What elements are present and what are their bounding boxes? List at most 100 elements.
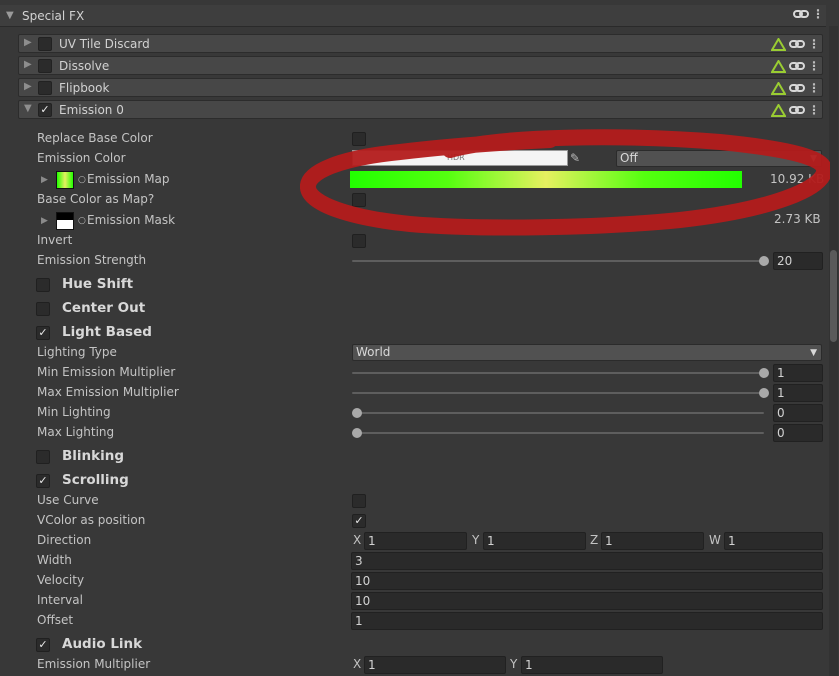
vcolor-as-position-checkbox[interactable]: ✓ <box>352 514 366 528</box>
scrolling-label: Scrolling <box>62 472 129 488</box>
texture-picker-icon[interactable]: ○ <box>78 175 86 185</box>
expand-triangle-icon[interactable]: ▶ <box>24 37 32 48</box>
invert-checkbox[interactable] <box>352 234 366 248</box>
emission-map-label: Emission Map <box>87 172 170 186</box>
light-based-checkbox[interactable]: ✓ <box>36 326 50 340</box>
uv-tile-discard-toggle[interactable] <box>38 37 52 51</box>
offset-input[interactable]: 1 <box>351 612 823 630</box>
emission-strength-label: Emission Strength <box>37 253 147 267</box>
section-header-special-fx[interactable]: ▼ Special FX ⋮ <box>0 5 826 27</box>
min-emission-multiplier-label: Min Emission Multiplier <box>37 365 176 379</box>
base-color-as-map-label: Base Color as Map? <box>37 192 155 206</box>
subsection-emission-0[interactable]: ▼ ✓ Emission 0 ⋮ <box>18 100 823 119</box>
emission-color-mode-dropdown[interactable]: Off ▼ <box>616 150 822 167</box>
warning-triangle-icon[interactable] <box>771 81 786 95</box>
emission-strength-slider-track[interactable] <box>352 260 764 262</box>
subsection-icons: ⋮ <box>771 37 820 51</box>
dropdown-arrow-icon: ▼ <box>810 154 817 164</box>
emission-color-swatch[interactable]: HDR <box>352 150 568 166</box>
min-lighting-slider-thumb[interactable] <box>352 408 362 418</box>
max-emission-multiplier-input[interactable]: 1 <box>773 384 823 402</box>
emission-mask-thumbnail[interactable] <box>56 212 74 230</box>
subsection-flipbook[interactable]: ▶ Flipbook ⋮ <box>18 78 823 97</box>
replace-base-color-checkbox[interactable] <box>352 132 366 146</box>
emission-mask-size: 2.73 KB <box>774 212 821 226</box>
direction-x-input[interactable]: 1 <box>364 532 467 550</box>
blinking-checkbox[interactable] <box>36 450 50 464</box>
emission-strength-input[interactable]: 20 <box>773 252 823 270</box>
warning-triangle-icon[interactable] <box>771 103 786 117</box>
kebab-menu-icon[interactable]: ⋮ <box>808 59 820 73</box>
interval-input[interactable]: 10 <box>351 592 823 610</box>
direction-w-label: W <box>709 533 721 547</box>
center-out-checkbox[interactable] <box>36 302 50 316</box>
direction-y-input[interactable]: 1 <box>483 532 586 550</box>
use-curve-label: Use Curve <box>37 493 99 507</box>
max-lighting-slider-track[interactable] <box>352 432 764 434</box>
warning-triangle-icon[interactable] <box>771 37 786 51</box>
scrollbar-thumb[interactable] <box>830 250 837 342</box>
width-label: Width <box>37 553 72 567</box>
min-lighting-input[interactable]: 0 <box>773 404 823 422</box>
collapse-triangle-icon[interactable]: ▼ <box>24 103 32 114</box>
min-lighting-label: Min Lighting <box>37 405 111 419</box>
direction-w-input[interactable]: 1 <box>724 532 823 550</box>
max-emission-multiplier-slider-thumb[interactable] <box>759 388 769 398</box>
kebab-menu-icon[interactable]: ⋮ <box>808 37 820 51</box>
hue-shift-checkbox[interactable] <box>36 278 50 292</box>
subsection-icons: ⋮ <box>771 59 820 73</box>
emission-map-gradient[interactable] <box>350 171 742 188</box>
max-lighting-input[interactable]: 0 <box>773 424 823 442</box>
dropdown-value: Off <box>620 151 638 165</box>
max-emission-multiplier-slider-track[interactable] <box>352 392 764 394</box>
use-curve-checkbox[interactable] <box>352 494 366 508</box>
kebab-menu-icon[interactable]: ⋮ <box>808 81 820 95</box>
base-color-as-map-checkbox[interactable] <box>352 193 366 207</box>
scrolling-checkbox[interactable]: ✓ <box>36 474 50 488</box>
warning-triangle-icon[interactable] <box>771 59 786 73</box>
collapse-triangle-icon[interactable]: ▼ <box>6 10 14 21</box>
emission-multiplier-x-input[interactable]: 1 <box>364 656 506 674</box>
emission-0-toggle[interactable]: ✓ <box>38 103 52 117</box>
lighting-type-dropdown[interactable]: World ▼ <box>352 344 822 361</box>
link-icon[interactable] <box>789 104 805 116</box>
flipbook-toggle[interactable] <box>38 81 52 95</box>
kebab-menu-icon[interactable]: ⋮ <box>812 7 824 21</box>
expand-triangle-icon[interactable]: ▶ <box>41 175 48 185</box>
link-icon[interactable] <box>789 60 805 72</box>
expand-triangle-icon[interactable]: ▶ <box>41 216 48 226</box>
width-input[interactable]: 3 <box>351 552 823 570</box>
scrollbar-track[interactable] <box>829 26 838 676</box>
link-icon[interactable] <box>793 8 809 20</box>
hdr-tag: HDR <box>447 153 465 162</box>
max-lighting-slider-thumb[interactable] <box>352 428 362 438</box>
dropdown-value: World <box>356 345 391 359</box>
interval-label: Interval <box>37 593 83 607</box>
min-emission-multiplier-input[interactable]: 1 <box>773 364 823 382</box>
audio-link-checkbox[interactable]: ✓ <box>36 638 50 652</box>
vcolor-as-position-label: VColor as position <box>37 513 146 527</box>
min-emission-multiplier-slider-track[interactable] <box>352 372 764 374</box>
min-emission-multiplier-slider-thumb[interactable] <box>759 368 769 378</box>
subsection-dissolve[interactable]: ▶ Dissolve ⋮ <box>18 56 823 75</box>
dissolve-toggle[interactable] <box>38 59 52 73</box>
emission-strength-slider-thumb[interactable] <box>759 256 769 266</box>
emission-map-thumbnail[interactable] <box>56 171 74 189</box>
link-icon[interactable] <box>789 82 805 94</box>
replace-base-color-label: Replace Base Color <box>37 131 153 145</box>
kebab-menu-icon[interactable]: ⋮ <box>808 103 820 117</box>
min-lighting-slider-track[interactable] <box>352 412 764 414</box>
eyedropper-icon[interactable]: ✎ <box>570 151 580 165</box>
subsection-icons: ⋮ <box>771 103 820 117</box>
texture-picker-icon[interactable]: ○ <box>78 216 86 226</box>
section-header-icons: ⋮ <box>793 7 824 21</box>
direction-z-input[interactable]: 1 <box>601 532 704 550</box>
max-lighting-label: Max Lighting <box>37 425 115 439</box>
velocity-input[interactable]: 10 <box>351 572 823 590</box>
expand-triangle-icon[interactable]: ▶ <box>24 59 32 70</box>
subsection-uv-tile-discard[interactable]: ▶ UV Tile Discard ⋮ <box>18 34 823 53</box>
link-icon[interactable] <box>789 38 805 50</box>
emission-color-label: Emission Color <box>37 151 126 165</box>
expand-triangle-icon[interactable]: ▶ <box>24 81 32 92</box>
emission-multiplier-y-input[interactable]: 1 <box>521 656 663 674</box>
